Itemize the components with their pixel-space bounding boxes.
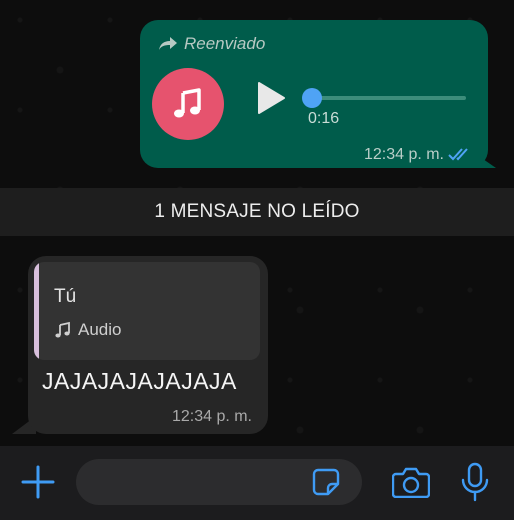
audio-avatar: [152, 68, 224, 140]
quote-type-label: Audio: [78, 320, 122, 339]
play-icon[interactable]: [256, 81, 286, 115]
quote-author: Tú: [54, 286, 77, 307]
message-text: JAJAJAJAJAJAJA: [42, 368, 237, 394]
sticker-icon[interactable]: [312, 468, 340, 496]
message-input-bar: [0, 446, 514, 520]
quoted-message[interactable]: Tú Audio: [34, 262, 260, 360]
unread-messages-banner: 1 MENSAJE NO LEÍDO: [0, 188, 514, 236]
audio-progress-thumb[interactable]: [302, 88, 322, 108]
forward-arrow-icon: [159, 37, 177, 50]
music-note-icon: [55, 321, 70, 338]
microphone-icon[interactable]: [460, 462, 490, 502]
forwarded-indicator: Reenviado: [158, 34, 265, 54]
double-check-read-icon: [448, 148, 468, 161]
audio-progress-track[interactable]: [308, 96, 466, 100]
quote-accent-bar: [34, 262, 39, 360]
forwarded-label: Reenviado: [184, 34, 266, 53]
unread-banner-text: 1 MENSAJE NO LEÍDO: [154, 201, 360, 222]
outgoing-timestamp: 12:34 p. m.: [363, 146, 444, 163]
outgoing-audio-message[interactable]: Reenviado 0:16 12:34 p. m.: [140, 20, 488, 168]
music-note-icon: [174, 88, 201, 118]
quote-type: Audio: [54, 320, 121, 340]
camera-icon[interactable]: [392, 466, 430, 498]
incoming-message[interactable]: Tú Audio JAJAJAJAJAJAJA 12:34 p. m.: [28, 256, 268, 434]
audio-duration: 0:16: [308, 110, 340, 127]
incoming-timestamp: 12:34 p. m.: [171, 408, 252, 425]
plus-icon[interactable]: [20, 464, 56, 500]
